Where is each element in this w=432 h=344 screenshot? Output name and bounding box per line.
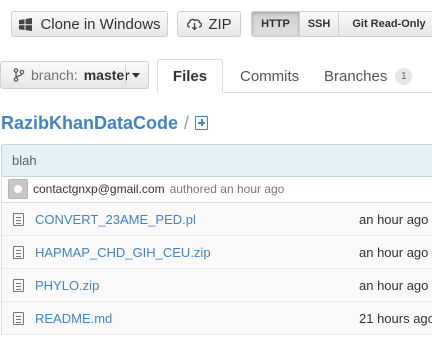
list-item: CONVERT_23AME_PED.pl an hour ago: [2, 203, 432, 236]
branch-divider: [125, 65, 126, 85]
new-file-icon[interactable]: [195, 116, 209, 130]
file-name-link[interactable]: PHYLO.zip: [35, 278, 99, 293]
commit-authored-time: authored an hour ago: [169, 182, 285, 196]
tab-files[interactable]: Files: [157, 59, 223, 93]
file-age: an hour ago: [359, 211, 429, 227]
cloud-download-icon: [187, 18, 203, 31]
repo-name-link[interactable]: RazibKhanDataCode: [1, 113, 178, 134]
protocol-git-readonly-label: Git Read-Only: [352, 18, 426, 30]
avatar: [8, 179, 28, 199]
file-name-link[interactable]: README.md: [35, 311, 112, 326]
windows-icon: [19, 17, 33, 31]
protocol-http-label: HTTP: [261, 18, 290, 30]
list-item: PHYLO.zip an hour ago: [2, 269, 432, 302]
protocol-git-readonly-button[interactable]: Git Read-Only: [339, 12, 432, 36]
file-icon: [13, 312, 24, 325]
commit-author[interactable]: contactgnxp@gmail.com: [33, 182, 165, 196]
breadcrumb: RazibKhanDataCode /: [1, 111, 209, 135]
breadcrumb-separator: /: [184, 112, 190, 133]
protocol-http-button[interactable]: HTTP: [252, 12, 300, 36]
file-icon: [13, 279, 24, 292]
download-zip-button[interactable]: ZIP: [177, 11, 241, 37]
list-item: HAPMAP_CHD_GIH_CEU.zip an hour ago: [2, 236, 432, 269]
file-list: CONVERT_23AME_PED.pl an hour ago HAPMAP_…: [1, 203, 432, 335]
file-icon: [13, 213, 24, 226]
latest-commit-message: blah: [1, 144, 432, 177]
commit-message[interactable]: blah: [12, 153, 37, 168]
branch-prefix-label: branch:: [31, 67, 78, 83]
tab-branches[interactable]: Branches 1: [324, 60, 413, 93]
branch-selector-button[interactable]: branch: master: [0, 61, 149, 89]
file-age: 21 hours ago: [359, 310, 432, 326]
commit-author-row: contactgnxp@gmail.com authored an hour a…: [1, 176, 432, 203]
clone-in-windows-label: Clone in Windows: [40, 15, 161, 33]
tab-branches-label: Branches: [324, 68, 388, 85]
branch-count-badge: 1: [395, 68, 413, 85]
tab-commits-label: Commits: [240, 68, 300, 85]
list-item: README.md 21 hours ago: [2, 302, 432, 335]
file-age: an hour ago: [359, 277, 429, 293]
file-name-link[interactable]: CONVERT_23AME_PED.pl: [35, 212, 196, 227]
clone-protocol-selector: HTTP SSH Git Read-Only: [251, 11, 432, 37]
zip-label: ZIP: [208, 15, 232, 33]
file-age: an hour ago: [359, 244, 429, 260]
file-name-link[interactable]: HAPMAP_CHD_GIH_CEU.zip: [35, 245, 211, 260]
protocol-ssh-label: SSH: [307, 18, 331, 30]
chevron-down-icon: [132, 73, 140, 78]
file-icon: [13, 246, 24, 259]
branch-name: master: [83, 67, 130, 83]
tab-commits[interactable]: Commits: [240, 60, 299, 93]
clone-in-windows-button[interactable]: Clone in Windows: [11, 11, 168, 37]
tab-files-label: Files: [172, 67, 208, 85]
branch-icon: [13, 68, 25, 82]
protocol-ssh-button[interactable]: SSH: [300, 12, 339, 36]
